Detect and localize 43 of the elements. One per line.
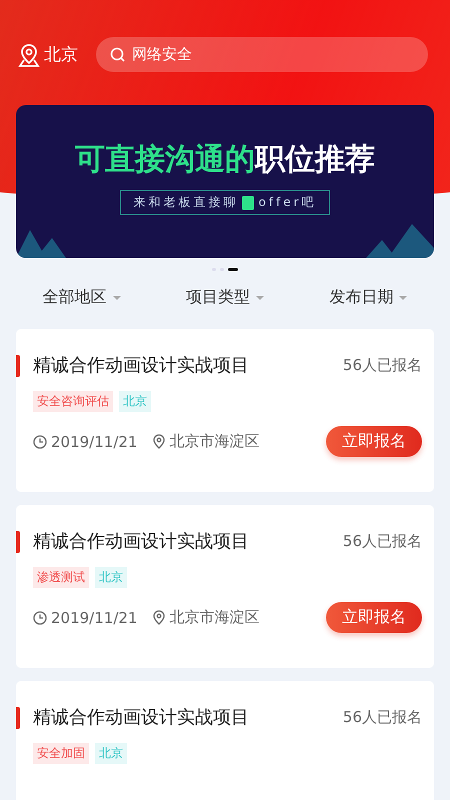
clock-icon [33,434,47,448]
filter-dropdown[interactable]: 项目类型 [186,287,264,308]
search-icon [110,47,126,63]
project-card[interactable]: 精诚合作动画设计实战项目 56人已报名 渗透测试 北京 2019/11/21 北京市海淀区 立即报名 [16,505,434,668]
accent-bar [16,707,20,729]
accent-bar [16,531,20,553]
project-title: 精诚合作动画设计实战项目 [33,706,249,729]
project-title: 精诚合作动画设计实战项目 [33,530,249,553]
project-card[interactable]: 精诚合作动画设计实战项目 56人已报名 安全咨询评估 北京 2019/11/21 北京市海淀区 立即报名 [16,329,434,492]
tag: 渗透测试 [33,567,89,588]
tag: 北京 [95,567,127,588]
filter-dropdown[interactable]: 发布日期 [329,287,408,308]
project-card[interactable]: 精诚合作动画设计实战项目 56人已报名 安全加固 北京 [16,681,434,800]
clock-icon [33,610,47,624]
project-title: 精诚合作动画设计实战项目 [33,354,249,377]
signup-count: 56人已报名 [342,532,422,550]
location-text: 北京市海淀区 [169,432,260,451]
document-icon [242,196,254,210]
banner-subline: 来和老板直接聊 [133,194,238,211]
signup-button[interactable]: 立即报名 [326,426,422,457]
tag: 安全加固 [33,743,89,764]
location-pin-icon [153,610,166,625]
signup-button[interactable]: 立即报名 [326,602,422,633]
tag: 安全咨询评估 [33,391,113,412]
location-pin-icon[interactable] [18,42,40,66]
tag: 北京 [95,743,127,764]
location-text: 北京市海淀区 [169,608,260,627]
accent-bar [16,355,20,377]
filter-dropdown[interactable]: 全部地区 [42,287,121,308]
caret-icon [112,296,121,300]
publish-date: 2019/11/21 [51,432,138,450]
signup-count: 56人已报名 [342,708,422,726]
city-label[interactable]: 北京 [44,43,78,66]
caret-icon [399,296,408,300]
banner-headline: 职位推荐 [255,141,375,179]
location-pin-icon [153,434,166,449]
banner-headline: 可直接沟通的 [75,141,255,179]
publish-date: 2019/11/21 [51,608,138,626]
signup-count: 56人已报名 [342,356,422,374]
banner-subline: offer吧 [258,194,317,211]
tag: 北京 [119,391,151,412]
banner-background[interactable]: 可直接沟通的职位推荐 来和老板直接聊 offer吧 [16,105,434,258]
caret-icon [256,296,264,300]
